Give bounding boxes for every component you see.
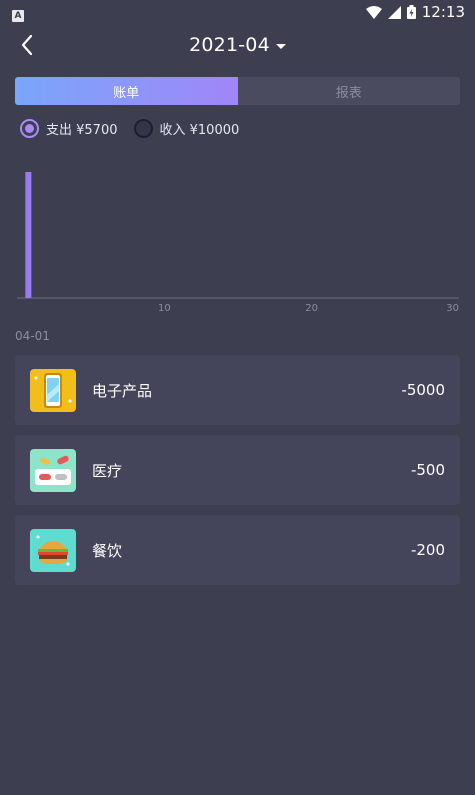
view-tabs: 账单 报表	[15, 77, 460, 105]
month-label: 2021-04	[189, 34, 270, 56]
filter-income[interactable]: 收入 ¥10000	[133, 119, 240, 138]
signal-icon	[387, 5, 401, 19]
app-header: 2021-04	[0, 24, 475, 70]
transaction-amount: -5000	[401, 381, 445, 399]
transaction-category: 餐饮	[92, 541, 123, 560]
clock: 12:13	[421, 3, 465, 21]
notification-app-icon: A	[12, 9, 24, 22]
date-group-header: 04-01	[15, 329, 50, 343]
chart-svg: 10 20 30	[17, 172, 459, 314]
radio-selected-icon[interactable]	[20, 119, 39, 138]
chart-tick-label: 10	[158, 303, 171, 314]
chart-tick-label: 30	[446, 303, 459, 314]
transaction-category: 医疗	[92, 461, 123, 480]
transaction-item[interactable]: 餐饮 -200	[15, 515, 460, 585]
radio-unselected-icon[interactable]	[133, 119, 153, 138]
filter-expense-label: 支出 ¥5700	[46, 123, 118, 138]
filter-income-label: 收入 ¥10000	[159, 123, 240, 138]
filter-expense[interactable]: 支出 ¥5700	[20, 119, 118, 138]
tab-report[interactable]: 报表	[237, 77, 460, 105]
chart-bar	[25, 172, 32, 298]
wifi-icon	[365, 5, 382, 19]
burger-icon	[30, 528, 76, 572]
transaction-list: 电子产品 -5000 医疗 -500 餐饮 -200	[15, 355, 460, 595]
status-bar-right: 12:13	[365, 3, 465, 21]
chart-tick-label: 20	[305, 303, 318, 314]
month-picker[interactable]: 2021-04	[0, 34, 475, 56]
tab-bill[interactable]: 账单	[15, 77, 238, 105]
status-bar-left: A	[12, 3, 24, 22]
battery-icon	[406, 5, 416, 19]
phone-icon	[30, 368, 76, 412]
transaction-amount: -500	[410, 461, 445, 479]
transaction-item[interactable]: 电子产品 -5000	[15, 355, 460, 425]
transaction-category: 电子产品	[92, 381, 153, 400]
transaction-amount: -200	[410, 541, 445, 559]
transaction-item[interactable]: 医疗 -500	[15, 435, 460, 505]
status-bar: A 12:13	[0, 0, 475, 24]
medical-icon	[30, 448, 76, 492]
daily-expense-chart: 10 20 30	[0, 150, 475, 320]
type-filter: 支出 ¥5700 收入 ¥10000	[20, 119, 239, 138]
caret-down-icon	[275, 43, 286, 49]
